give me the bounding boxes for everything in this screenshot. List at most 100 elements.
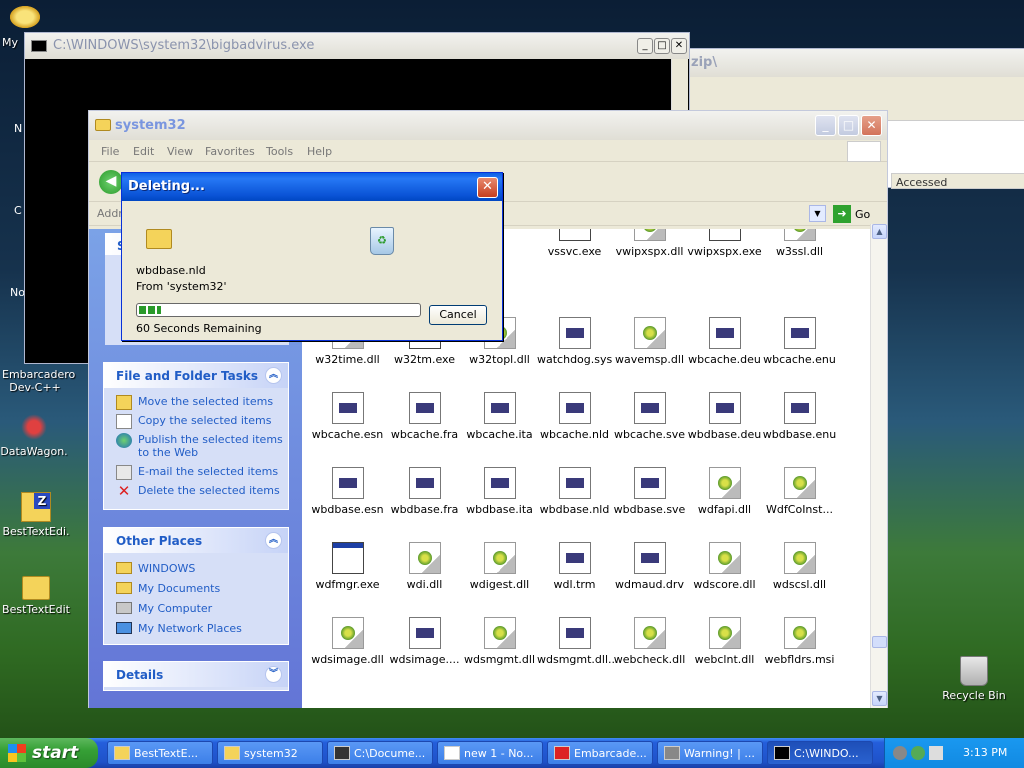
task-move[interactable]: Move the selected items bbox=[104, 392, 288, 411]
other-places-header[interactable]: Other Places ︽ bbox=[104, 528, 288, 553]
maximize-button[interactable]: □ bbox=[838, 115, 859, 136]
desktop-icon-besttextedit[interactable]: Z BestTextEdi. bbox=[0, 492, 72, 538]
file-item[interactable]: watchdog.sys bbox=[537, 317, 612, 366]
address-dropdown-button[interactable]: ▼ bbox=[809, 205, 826, 222]
file-folder-tasks-header[interactable]: File and Folder Tasks ︽ bbox=[104, 363, 288, 388]
file-item[interactable]: wdsimage.... bbox=[387, 617, 462, 666]
place-windows[interactable]: WINDOWS bbox=[104, 559, 288, 579]
tray-icon[interactable] bbox=[911, 746, 925, 760]
scroll-down-arrow[interactable]: ▼ bbox=[872, 691, 887, 706]
file-item[interactable]: wbdbase.ita bbox=[462, 467, 537, 516]
clock[interactable]: 3:13 PM bbox=[963, 746, 1007, 759]
tray-icon[interactable] bbox=[929, 746, 943, 760]
menu-file[interactable]: File bbox=[101, 145, 119, 158]
file-icon bbox=[408, 392, 441, 424]
task-email[interactable]: E-mail the selected items bbox=[104, 462, 288, 481]
file-item[interactable]: wbcache.sve bbox=[612, 392, 687, 441]
file-item[interactable]: WdfCoInst... bbox=[762, 467, 837, 516]
file-item[interactable]: wbcache.esn bbox=[310, 392, 385, 441]
task-delete[interactable]: ✕ Delete the selected items bbox=[104, 481, 288, 500]
scroll-thumb[interactable] bbox=[872, 636, 887, 648]
close-button[interactable]: ✕ bbox=[477, 177, 498, 198]
cancel-button[interactable]: Cancel bbox=[429, 305, 487, 325]
file-item[interactable]: wbcache.ita bbox=[462, 392, 537, 441]
task-documents-7z[interactable]: C:\Docume... bbox=[327, 741, 433, 765]
close-button[interactable]: ✕ bbox=[671, 38, 687, 54]
file-item[interactable]: vwipxspx.dll bbox=[612, 229, 687, 258]
file-item[interactable]: wbdbase.esn bbox=[310, 467, 385, 516]
file-item[interactable]: wdfmgr.exe bbox=[310, 542, 385, 591]
file-item[interactable]: vssvc.exe bbox=[537, 229, 612, 258]
task-notepad[interactable]: new 1 - No... bbox=[437, 741, 543, 765]
taskbar: start BestTextE... system32 C:\Docume... ne… bbox=[0, 738, 1024, 768]
file-item[interactable]: wbcache.nld bbox=[537, 392, 612, 441]
start-button[interactable]: start bbox=[0, 738, 98, 768]
file-item[interactable]: wbdbase.nld bbox=[537, 467, 612, 516]
file-item[interactable]: wbdbase.fra bbox=[387, 467, 462, 516]
file-item[interactable]: wdl.trm bbox=[537, 542, 612, 591]
system-tray: 3:13 PM bbox=[884, 738, 1024, 768]
file-item[interactable]: vwipxspx.exe bbox=[687, 229, 762, 258]
file-item[interactable]: wdsmgmt.dll bbox=[462, 617, 537, 666]
file-icon bbox=[558, 392, 591, 424]
file-item[interactable]: wbdbase.deu bbox=[687, 392, 762, 441]
file-item[interactable]: w3ssl.dll bbox=[762, 229, 837, 258]
minimize-button[interactable]: _ bbox=[815, 115, 836, 136]
file-item[interactable]: webclnt.dll bbox=[687, 617, 762, 666]
file-item[interactable]: wdsmgmt.dll... bbox=[537, 617, 619, 666]
file-item[interactable]: webfldrs.msi bbox=[762, 617, 837, 666]
tray-icon[interactable] bbox=[893, 746, 907, 760]
file-item[interactable]: wbcache.fra bbox=[387, 392, 462, 441]
file-item[interactable]: wdfapi.dll bbox=[687, 467, 762, 516]
details-header[interactable]: Details ︾ bbox=[104, 662, 288, 687]
place-my-network[interactable]: My Network Places bbox=[104, 619, 288, 638]
dll-icon bbox=[633, 317, 666, 349]
maximize-button[interactable]: □ bbox=[654, 38, 670, 54]
task-besttextedit[interactable]: BestTextE... bbox=[107, 741, 213, 765]
file-item[interactable]: wavemsp.dll bbox=[612, 317, 687, 366]
file-item[interactable]: wdmaud.drv bbox=[612, 542, 687, 591]
minimize-button[interactable]: _ bbox=[637, 38, 653, 54]
file-item[interactable]: wbdbase.enu bbox=[762, 392, 837, 441]
back-button[interactable]: ◀ bbox=[99, 170, 123, 194]
file-item[interactable]: wdscsl.dll bbox=[762, 542, 837, 591]
task-console[interactable]: C:\WINDO... bbox=[767, 741, 873, 765]
file-view-scrollbar[interactable]: ▲ ▼ bbox=[870, 224, 887, 708]
close-button[interactable]: ✕ bbox=[861, 115, 882, 136]
section-title: Other Places bbox=[116, 534, 203, 548]
file-item[interactable]: wdi.dll bbox=[387, 542, 462, 591]
task-copy[interactable]: Copy the selected items bbox=[104, 411, 288, 430]
desktop-icon-recycle-bin[interactable]: Recycle Bin bbox=[938, 656, 1010, 702]
task-warning[interactable]: Warning! | ... bbox=[657, 741, 763, 765]
column-header-accessed[interactable]: Accessed bbox=[891, 173, 1024, 189]
menu-favorites[interactable]: Favorites bbox=[205, 145, 255, 158]
file-icon bbox=[708, 392, 741, 424]
desktop-icon-embarcadero-devcpp[interactable]: Embarcadero Dev-C++ bbox=[2, 368, 75, 394]
desktop-icon-besttextedit-folder[interactable]: BestTextEdit bbox=[0, 576, 72, 616]
file-item[interactable]: wdsimage.dll bbox=[310, 617, 385, 666]
file-item[interactable]: wdscore.dll bbox=[687, 542, 762, 591]
menu-view[interactable]: View bbox=[167, 145, 193, 158]
file-item[interactable]: webcheck.dll bbox=[612, 617, 687, 666]
file-item[interactable]: wbdbase.sve bbox=[612, 467, 687, 516]
collapse-chevron-icon[interactable]: ︽ bbox=[265, 532, 282, 549]
task-embarcadero[interactable]: Embarcade... bbox=[547, 741, 653, 765]
menu-tools[interactable]: Tools bbox=[266, 145, 293, 158]
task-publish[interactable]: Publish the selected items to the Web bbox=[104, 430, 288, 462]
desktop-icon-datawagon[interactable]: DataWagon. bbox=[0, 412, 68, 458]
file-item[interactable]: wbcache.enu bbox=[762, 317, 837, 366]
expand-chevron-icon[interactable]: ︾ bbox=[265, 666, 282, 683]
file-label: wdsmgmt.dll bbox=[463, 653, 536, 666]
file-item[interactable]: wbcache.deu bbox=[687, 317, 762, 366]
task-system32[interactable]: system32 bbox=[217, 741, 323, 765]
go-button[interactable]: ➜ Go bbox=[833, 205, 883, 223]
scroll-up-arrow[interactable]: ▲ bbox=[872, 224, 887, 239]
menu-edit[interactable]: Edit bbox=[133, 145, 154, 158]
place-my-documents[interactable]: My Documents bbox=[104, 579, 288, 599]
place-my-computer[interactable]: My Computer bbox=[104, 599, 288, 619]
collapse-chevron-icon[interactable]: ︽ bbox=[265, 367, 282, 384]
menu-help[interactable]: Help bbox=[307, 145, 332, 158]
deleting-dialog[interactable]: Deleting... ✕ ♻ wbdbase.nld From 'system… bbox=[121, 172, 503, 341]
file-item[interactable]: wdigest.dll bbox=[462, 542, 537, 591]
globe-icon bbox=[116, 433, 132, 448]
